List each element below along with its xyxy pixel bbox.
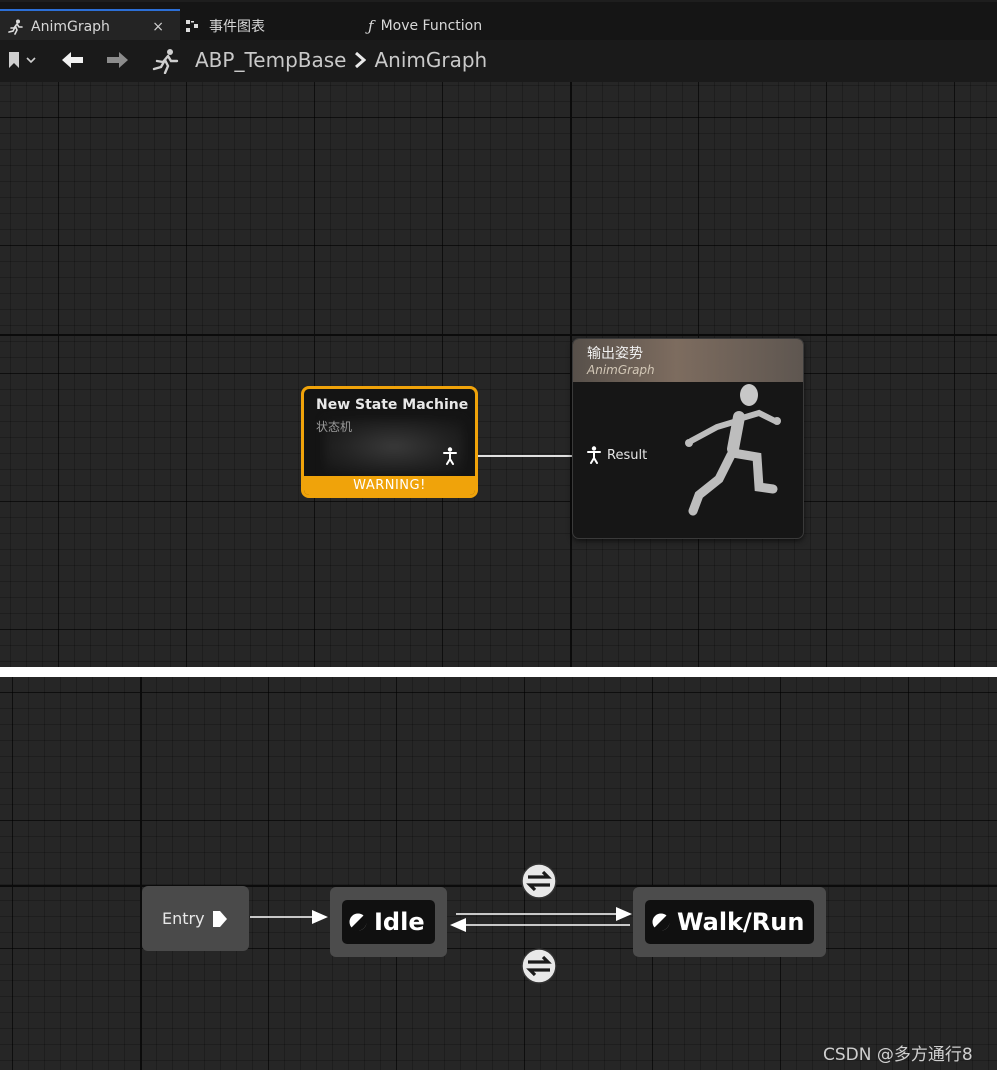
warning-banner: WARNING!	[304, 476, 475, 495]
back-button[interactable]	[62, 51, 84, 69]
event-graph-icon	[186, 19, 198, 32]
bookmark-dropdown[interactable]	[8, 52, 36, 68]
node-subtitle: 状态机	[316, 420, 353, 434]
running-mannequin-icon	[685, 384, 781, 516]
animgraph-icon	[152, 48, 180, 74]
state-label: Walk/Run	[677, 908, 805, 936]
tab-move-function[interactable]: ƒ Move Function	[368, 9, 482, 42]
node-subtitle: AnimGraph	[587, 363, 655, 377]
state-icon	[652, 913, 670, 931]
result-label: Result	[607, 447, 648, 463]
chevron-down-icon	[26, 57, 36, 64]
output-pose-node[interactable]: 输出姿势 AnimGraph Result	[572, 338, 804, 539]
tab-event-graph[interactable]: 事件图表	[186, 9, 265, 42]
node-title: New State Machine	[316, 397, 469, 413]
bookmark-icon	[9, 52, 19, 68]
pose-output-pin-icon[interactable]	[443, 447, 457, 465]
transition-rule-icon[interactable]	[521, 948, 557, 984]
arrow-right-icon	[107, 52, 128, 68]
breadcrumb-blueprint[interactable]: ABP_TempBase	[195, 48, 346, 72]
state-node-body: Walk/Run	[645, 900, 814, 944]
state-machine-graph[interactable]: Entry Idle Walk/Run CSDN @多方通行8	[0, 677, 997, 1070]
tab-label: AnimGraph	[31, 18, 110, 35]
transition-rule-icon[interactable]	[521, 863, 557, 899]
result-pin[interactable]: Result	[587, 446, 647, 464]
state-node-idle[interactable]: Idle	[330, 887, 447, 957]
running-figure-icon	[8, 19, 23, 35]
state-node-body: Idle	[342, 900, 435, 944]
graph-axis-horizontal	[0, 334, 997, 336]
tab-label: Move Function	[380, 17, 483, 34]
chevron-right-icon	[355, 52, 367, 68]
transition-arrows	[250, 907, 632, 932]
state-label: Idle	[374, 908, 425, 936]
graph-toolbar: ABP_TempBase AnimGraph	[0, 40, 997, 82]
state-machine-node[interactable]: New State Machine 状态机 WARNING!	[301, 386, 478, 498]
watermark: CSDN @多方通行8	[823, 1045, 973, 1065]
forward-button[interactable]	[106, 51, 128, 69]
node-title: 输出姿势	[587, 346, 643, 362]
arrow-left-icon	[62, 52, 83, 68]
running-figure-icon	[152, 49, 179, 74]
tab-bar: AnimGraph × 事件图表 ƒ Move Function	[0, 0, 997, 42]
state-icon	[349, 913, 367, 931]
pose-input-pin-icon	[587, 446, 601, 464]
pose-wire[interactable]	[478, 455, 584, 457]
breadcrumb: ABP_TempBase AnimGraph	[195, 48, 487, 72]
breadcrumb-graph[interactable]: AnimGraph	[374, 48, 487, 72]
function-icon: ƒ	[368, 16, 374, 35]
graph-canvas[interactable]	[0, 82, 997, 667]
tab-label: 事件图表	[209, 18, 265, 35]
state-node-walk-run[interactable]: Walk/Run	[633, 887, 826, 957]
tab-animgraph[interactable]: AnimGraph ×	[0, 9, 180, 42]
tab-close-button[interactable]: ×	[152, 19, 164, 35]
anim-graph-editor: AnimGraph × 事件图表 ƒ Move Function ABP_Tem…	[0, 0, 997, 667]
